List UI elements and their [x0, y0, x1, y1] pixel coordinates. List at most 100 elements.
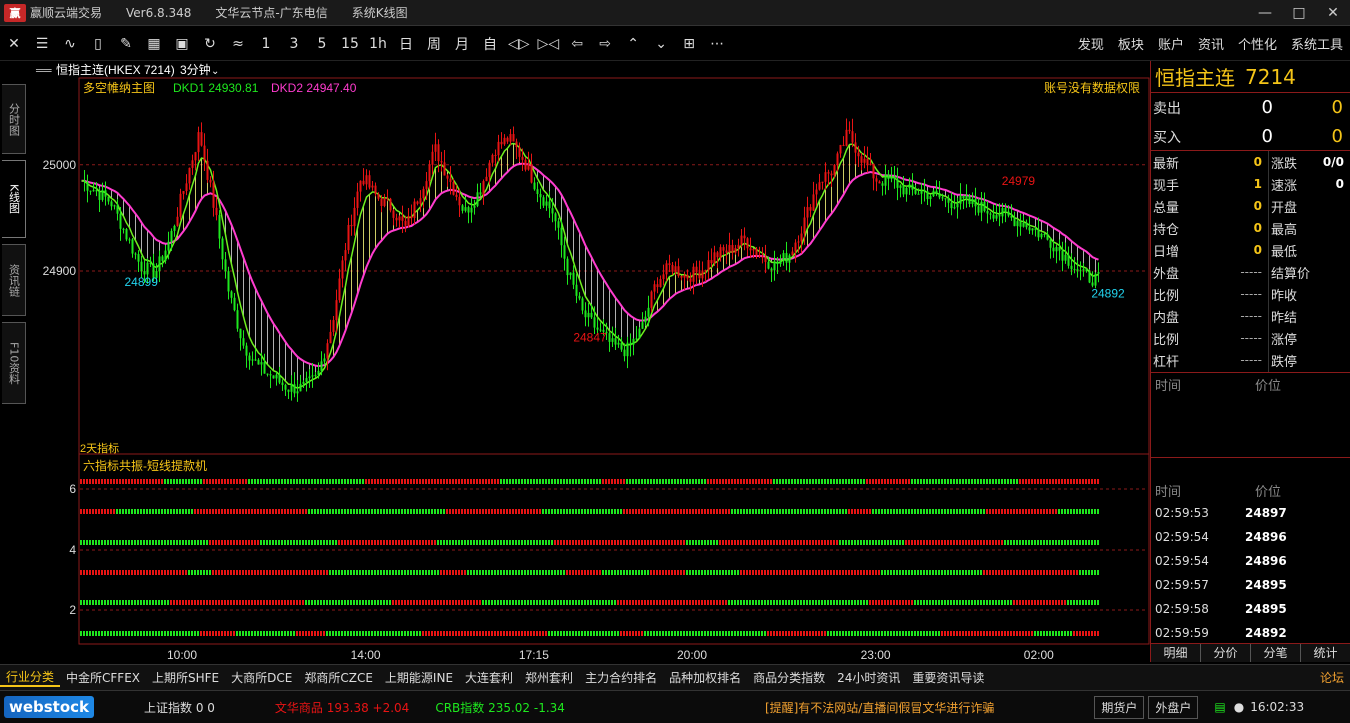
lock-icon[interactable]: ● — [1234, 700, 1244, 714]
menu-sector[interactable]: 板块 — [1111, 34, 1151, 53]
period-5[interactable]: 5 — [308, 31, 336, 57]
futures-account-button[interactable]: 期货户 — [1094, 695, 1145, 719]
signal-mark — [464, 540, 466, 545]
signal-mark — [692, 631, 694, 636]
menubar-item[interactable]: 大商所DCE — [225, 669, 298, 686]
menu-personalize[interactable]: 个性化 — [1231, 34, 1284, 53]
signal-mark — [935, 600, 937, 605]
server-node[interactable]: 文华云节点-广东电信 — [215, 4, 327, 21]
signal-mark — [680, 570, 682, 575]
signal-mark — [368, 570, 370, 575]
list-icon[interactable]: ☰ — [28, 31, 56, 57]
tab-trades[interactable]: 分笔 — [1251, 644, 1301, 662]
signal-mark — [194, 600, 196, 605]
candle-body — [383, 198, 386, 206]
menubar-item[interactable]: 品种加权排名 — [663, 669, 747, 686]
period-15[interactable]: 15 — [336, 31, 364, 57]
chart-settings-icon[interactable]: ══ — [35, 65, 52, 77]
maximize-icon[interactable]: □ — [1282, 0, 1316, 26]
tab-news-chain[interactable]: 资讯链 — [2, 244, 26, 316]
chevron-down-icon[interactable]: ⌄ — [647, 31, 675, 57]
signal-mark — [1061, 479, 1063, 484]
signal-mark — [233, 631, 235, 636]
menubar-item[interactable]: 郑州套利 — [519, 669, 579, 686]
menubar-item[interactable]: 大连套利 — [459, 669, 519, 686]
tab-kline[interactable]: K线图 — [2, 160, 26, 238]
signal-mark — [899, 570, 901, 575]
close-chart-icon[interactable]: ✕ — [0, 31, 28, 57]
tab-detail[interactable]: 明细 — [1151, 644, 1201, 662]
line-chart-icon[interactable]: ∿ — [56, 31, 84, 57]
chevron-up-icon[interactable]: ⌃ — [619, 31, 647, 57]
signal-mark — [536, 540, 538, 545]
tab-f10[interactable]: F10资料 — [2, 322, 26, 404]
zoom-out-icon[interactable]: ▷◁ — [534, 31, 564, 57]
forum-link[interactable]: 论坛 — [1314, 669, 1350, 686]
quote-right-row[interactable]: 结算价 — [1269, 261, 1350, 283]
menu-news[interactable]: 资讯 — [1191, 34, 1231, 53]
signal-mark — [572, 540, 574, 545]
tab-price-dist[interactable]: 分价 — [1201, 644, 1251, 662]
menubar-item[interactable]: 上期所SHFE — [146, 669, 225, 686]
signal-mark — [1055, 631, 1057, 636]
signal-mark — [587, 479, 589, 484]
signal-mark — [821, 631, 823, 636]
menu-account[interactable]: 账户 — [1151, 34, 1191, 53]
minimize-icon[interactable]: — — [1248, 0, 1282, 26]
layout-icon[interactable]: ⊞ — [675, 31, 703, 57]
signal-mark — [317, 540, 319, 545]
signal-mark — [1022, 509, 1024, 514]
tab-stats[interactable]: 统计 — [1301, 644, 1350, 662]
signal-mark — [902, 600, 904, 605]
menubar-item[interactable]: 行业分类 — [0, 668, 61, 687]
tick-row: 02:59:57 24895 — [1155, 578, 1287, 592]
menubar-item[interactable]: 商品分类指数 — [747, 669, 831, 686]
close-icon[interactable]: ✕ — [1316, 0, 1350, 26]
signal-mark — [425, 600, 427, 605]
menubar-item[interactable]: 24小时资讯 — [831, 669, 906, 686]
refresh-icon[interactable]: ↻ — [196, 31, 224, 57]
draw-icon[interactable]: ✎ — [112, 31, 140, 57]
signal-mark — [1013, 570, 1015, 575]
menu-tools[interactable]: 系统工具 — [1284, 34, 1350, 53]
outer-account-button[interactable]: 外盘户 — [1148, 695, 1199, 719]
menubar-item[interactable]: 郑商所CZCE — [298, 669, 379, 686]
main-indicator-name[interactable]: 多空帷纳主图 — [83, 80, 155, 95]
menubar-item[interactable]: 上期能源INE — [379, 669, 459, 686]
period-1[interactable]: 1 — [252, 31, 280, 57]
signal-mark — [668, 540, 670, 545]
period-day[interactable]: 日 — [392, 31, 420, 57]
candle-body — [1004, 208, 1007, 212]
candle-body — [761, 256, 764, 258]
contract-name[interactable]: 恒指主连(HKEX 7214) — [56, 62, 175, 77]
signal-mark — [95, 540, 97, 545]
signal-mark — [455, 570, 457, 575]
candle-body — [734, 248, 737, 253]
signal-mark — [467, 540, 469, 545]
fraud-notice[interactable]: [提醒]有不法网站/直播间假冒文华进行诈骗 — [765, 699, 994, 716]
tab-timeshare[interactable]: 分时图 — [2, 84, 26, 154]
kline-icon[interactable]: ▯ — [84, 31, 112, 57]
scroll-right-icon[interactable]: ⇨ — [591, 31, 619, 57]
period-month[interactable]: 月 — [448, 31, 476, 57]
period-3[interactable]: 3 — [280, 31, 308, 57]
save-icon[interactable]: ▣ — [168, 31, 196, 57]
period-custom[interactable]: 自 — [476, 31, 504, 57]
sub-indicator-name[interactable]: 六指标共振-短线提款机 — [83, 458, 207, 473]
candle-body — [257, 359, 260, 365]
scroll-left-icon[interactable]: ⇦ — [563, 31, 591, 57]
menubar-item[interactable]: 中金所CFFEX — [60, 669, 146, 686]
period-chevron-icon[interactable]: ⌄ — [211, 66, 219, 77]
period-week[interactable]: 周 — [420, 31, 448, 57]
menubar-item[interactable]: 主力合约排名 — [579, 669, 663, 686]
period-select[interactable]: 3分钟 — [180, 62, 211, 77]
period-1h[interactable]: 1h — [364, 31, 392, 57]
indicator-icon[interactable]: ≈ — [224, 31, 252, 57]
menubar-item[interactable]: 重要资讯导读 — [906, 669, 990, 686]
zoom-in-icon[interactable]: ◁▷ — [504, 31, 534, 57]
menu-discover[interactable]: 发现 — [1071, 34, 1111, 53]
more-icon[interactable]: ⋯ — [703, 31, 731, 57]
signal-mark — [113, 600, 115, 605]
kline-chart[interactable]: ══ 恒指主连(HKEX 7214) 3分钟 ⌄ 多空帷纳主图 DKD1 249… — [28, 61, 1150, 664]
grid-icon[interactable]: ▦ — [140, 31, 168, 57]
